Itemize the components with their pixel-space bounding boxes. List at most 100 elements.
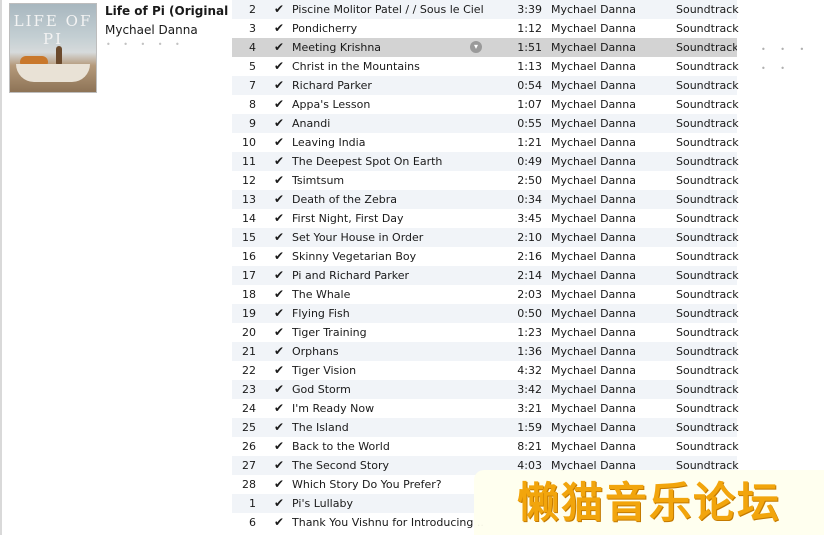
track-row[interactable]: 10 ✔ Leaving India 1:21 Mychael Danna Soundtr…	[232, 133, 739, 152]
track-genre: Soundtrack	[676, 345, 739, 358]
track-checkbox[interactable]: ✔	[274, 76, 286, 95]
track-row[interactable]: 22 ✔ Tiger Vision 4:32 Mychael Danna Soundtra…	[232, 361, 739, 380]
track-row[interactable]: 7 ✔ Richard Parker 0:54 Mychael Danna Soundtr…	[232, 76, 739, 95]
track-row[interactable]: 14 ✔ First Night, First Day 3:45 Mychael Dan…	[232, 209, 739, 228]
track-artist: Mychael Danna	[551, 345, 636, 358]
track-checkbox[interactable]: ✔	[274, 247, 286, 266]
track-checkbox[interactable]: ✔	[274, 456, 286, 475]
track-genre: Soundtrack	[676, 79, 739, 92]
track-number: 9	[249, 117, 256, 130]
track-checkbox[interactable]: ✔	[274, 228, 286, 247]
track-checkbox[interactable]: ✔	[274, 418, 286, 437]
track-genre: Soundtrack	[676, 193, 739, 206]
track-checkbox[interactable]: ✔	[274, 19, 286, 38]
track-artist: Mychael Danna	[551, 117, 636, 130]
track-row[interactable]: 9 ✔ Anandi 0:55 Mychael Danna Soundtrack	[232, 114, 739, 133]
track-checkbox[interactable]: ✔	[274, 342, 286, 361]
track-genre: Soundtrack	[676, 117, 739, 130]
track-genre: Soundtrack	[676, 440, 739, 453]
track-time: 0:54	[517, 79, 542, 92]
track-time: 4:32	[517, 364, 542, 377]
track-name: Leaving India	[292, 136, 366, 149]
track-genre: Soundtrack	[676, 136, 739, 149]
track-row[interactable]: 18 ✔ The Whale 2:03 Mychael Danna Soundtrack	[232, 285, 739, 304]
track-checkbox[interactable]: ✔	[274, 323, 286, 342]
track-checkbox[interactable]: ✔	[274, 494, 286, 513]
track-row[interactable]: 24 ✔ I'm Ready Now 3:21 Mychael Danna Soundtr…	[232, 399, 739, 418]
track-time: 3:39	[517, 3, 542, 16]
track-checkbox[interactable]: ✔	[274, 475, 286, 494]
track-number: 23	[242, 383, 256, 396]
track-name: Pi and Richard Parker	[292, 269, 410, 282]
track-genre: Soundtrack	[676, 231, 739, 244]
track-row[interactable]: 20 ✔ Tiger Training 1:23 Mychael Danna Soundt…	[232, 323, 739, 342]
track-row[interactable]: 2 ✔ Piscine Molitor Patel / / Sous le Ciel…	[232, 0, 739, 19]
track-name: First Night, First Day	[292, 212, 404, 225]
track-row[interactable]: 21 ✔ Orphans 1:36 Mychael Danna Soundtrack	[232, 342, 739, 361]
track-row[interactable]: 16 ✔ Skinny Vegetarian Boy 2:16 Mychael Dann…	[232, 247, 739, 266]
track-checkbox[interactable]: ✔	[274, 95, 286, 114]
track-time: 1:07	[517, 98, 542, 111]
track-checkbox[interactable]: ✔	[274, 133, 286, 152]
track-time: 0:49	[517, 155, 542, 168]
track-checkbox[interactable]: ✔	[274, 285, 286, 304]
track-artist: Mychael Danna	[551, 60, 636, 73]
track-number: 2	[249, 3, 256, 16]
track-time: 1:51	[517, 41, 542, 54]
album-artwork-boat	[16, 64, 90, 82]
track-checkbox[interactable]: ✔	[274, 114, 286, 133]
row-action-arrow-icon[interactable]: ▾	[470, 41, 482, 53]
track-checkbox[interactable]: ✔	[274, 209, 286, 228]
track-row[interactable]: 25 ✔ The Island 1:59 Mychael Danna Soundtrack	[232, 418, 739, 437]
track-checkbox[interactable]: ✔	[274, 57, 286, 76]
track-number: 8	[249, 98, 256, 111]
selected-row-rating-dots[interactable]: • • • • •	[737, 40, 824, 73]
track-name: God Storm	[292, 383, 351, 396]
track-row[interactable]: 26 ✔ Back to the World 8:21 Mychael Danna Sou…	[232, 437, 739, 456]
track-row[interactable]: 12 ✔ Tsimtsum 2:50 Mychael Danna Soundtrack	[232, 171, 739, 190]
track-genre: Soundtrack	[676, 3, 739, 16]
track-row[interactable]: 3 ✔ Pondicherry 1:12 Mychael Danna Soundtrack	[232, 19, 739, 38]
track-number: 14	[242, 212, 256, 225]
track-row[interactable]: 11 ✔ The Deepest Spot On Earth 0:49 Mychael …	[232, 152, 739, 171]
track-checkbox[interactable]: ✔	[274, 361, 286, 380]
track-checkbox[interactable]: ✔	[274, 266, 286, 285]
track-number: 26	[242, 440, 256, 453]
track-row[interactable]: 5 ✔ Christ in the Mountains 1:13 Mychael Dan…	[232, 57, 739, 76]
track-checkbox[interactable]: ✔	[274, 380, 286, 399]
album-artwork[interactable]: LIFE OF PI	[9, 3, 97, 93]
track-number: 21	[242, 345, 256, 358]
track-checkbox[interactable]: ✔	[274, 38, 286, 57]
track-row[interactable]: 4 ✔ Meeting Krishna 1:51 Mychael Danna Soundt…	[232, 38, 739, 57]
track-checkbox[interactable]: ✔	[274, 399, 286, 418]
track-name: Orphans	[292, 345, 339, 358]
track-name: Tiger Training	[292, 326, 367, 339]
track-checkbox[interactable]: ✔	[274, 0, 286, 19]
track-name: Set Your House in Order	[292, 231, 424, 244]
track-genre: Soundtrack	[676, 174, 739, 187]
track-checkbox[interactable]: ✔	[274, 190, 286, 209]
track-row[interactable]: 13 ✔ Death of the Zebra 0:34 Mychael Danna So…	[232, 190, 739, 209]
track-row[interactable]: 19 ✔ Flying Fish 0:50 Mychael Danna Soundtrac…	[232, 304, 739, 323]
track-row[interactable]: 8 ✔ Appa's Lesson 1:07 Mychael Danna Soundtra…	[232, 95, 739, 114]
track-number: 19	[242, 307, 256, 320]
track-time: 3:21	[517, 402, 542, 415]
track-checkbox[interactable]: ✔	[274, 171, 286, 190]
album-title[interactable]: Life of Pi (Original M...	[105, 4, 231, 18]
track-checkbox[interactable]: ✔	[274, 152, 286, 171]
track-row[interactable]: 23 ✔ God Storm 3:42 Mychael Danna Soundtrack	[232, 380, 739, 399]
track-checkbox[interactable]: ✔	[274, 304, 286, 323]
track-name: The Whale	[292, 288, 351, 301]
track-number: 17	[242, 269, 256, 282]
album-rating-dots[interactable]: • • • • •	[106, 40, 185, 49]
album-artist[interactable]: Mychael Danna	[105, 23, 198, 37]
track-artist: Mychael Danna	[551, 307, 636, 320]
track-name: Which Story Do You Prefer?	[292, 478, 442, 491]
track-checkbox[interactable]: ✔	[274, 437, 286, 456]
track-checkbox[interactable]: ✔	[274, 513, 286, 532]
track-name: Flying Fish	[292, 307, 350, 320]
track-time: 0:55	[517, 117, 542, 130]
track-row[interactable]: 15 ✔ Set Your House in Order 2:10 Mychael Da…	[232, 228, 739, 247]
track-row[interactable]: 17 ✔ Pi and Richard Parker 2:14 Mychael Dann…	[232, 266, 739, 285]
track-genre: Soundtrack	[676, 364, 739, 377]
